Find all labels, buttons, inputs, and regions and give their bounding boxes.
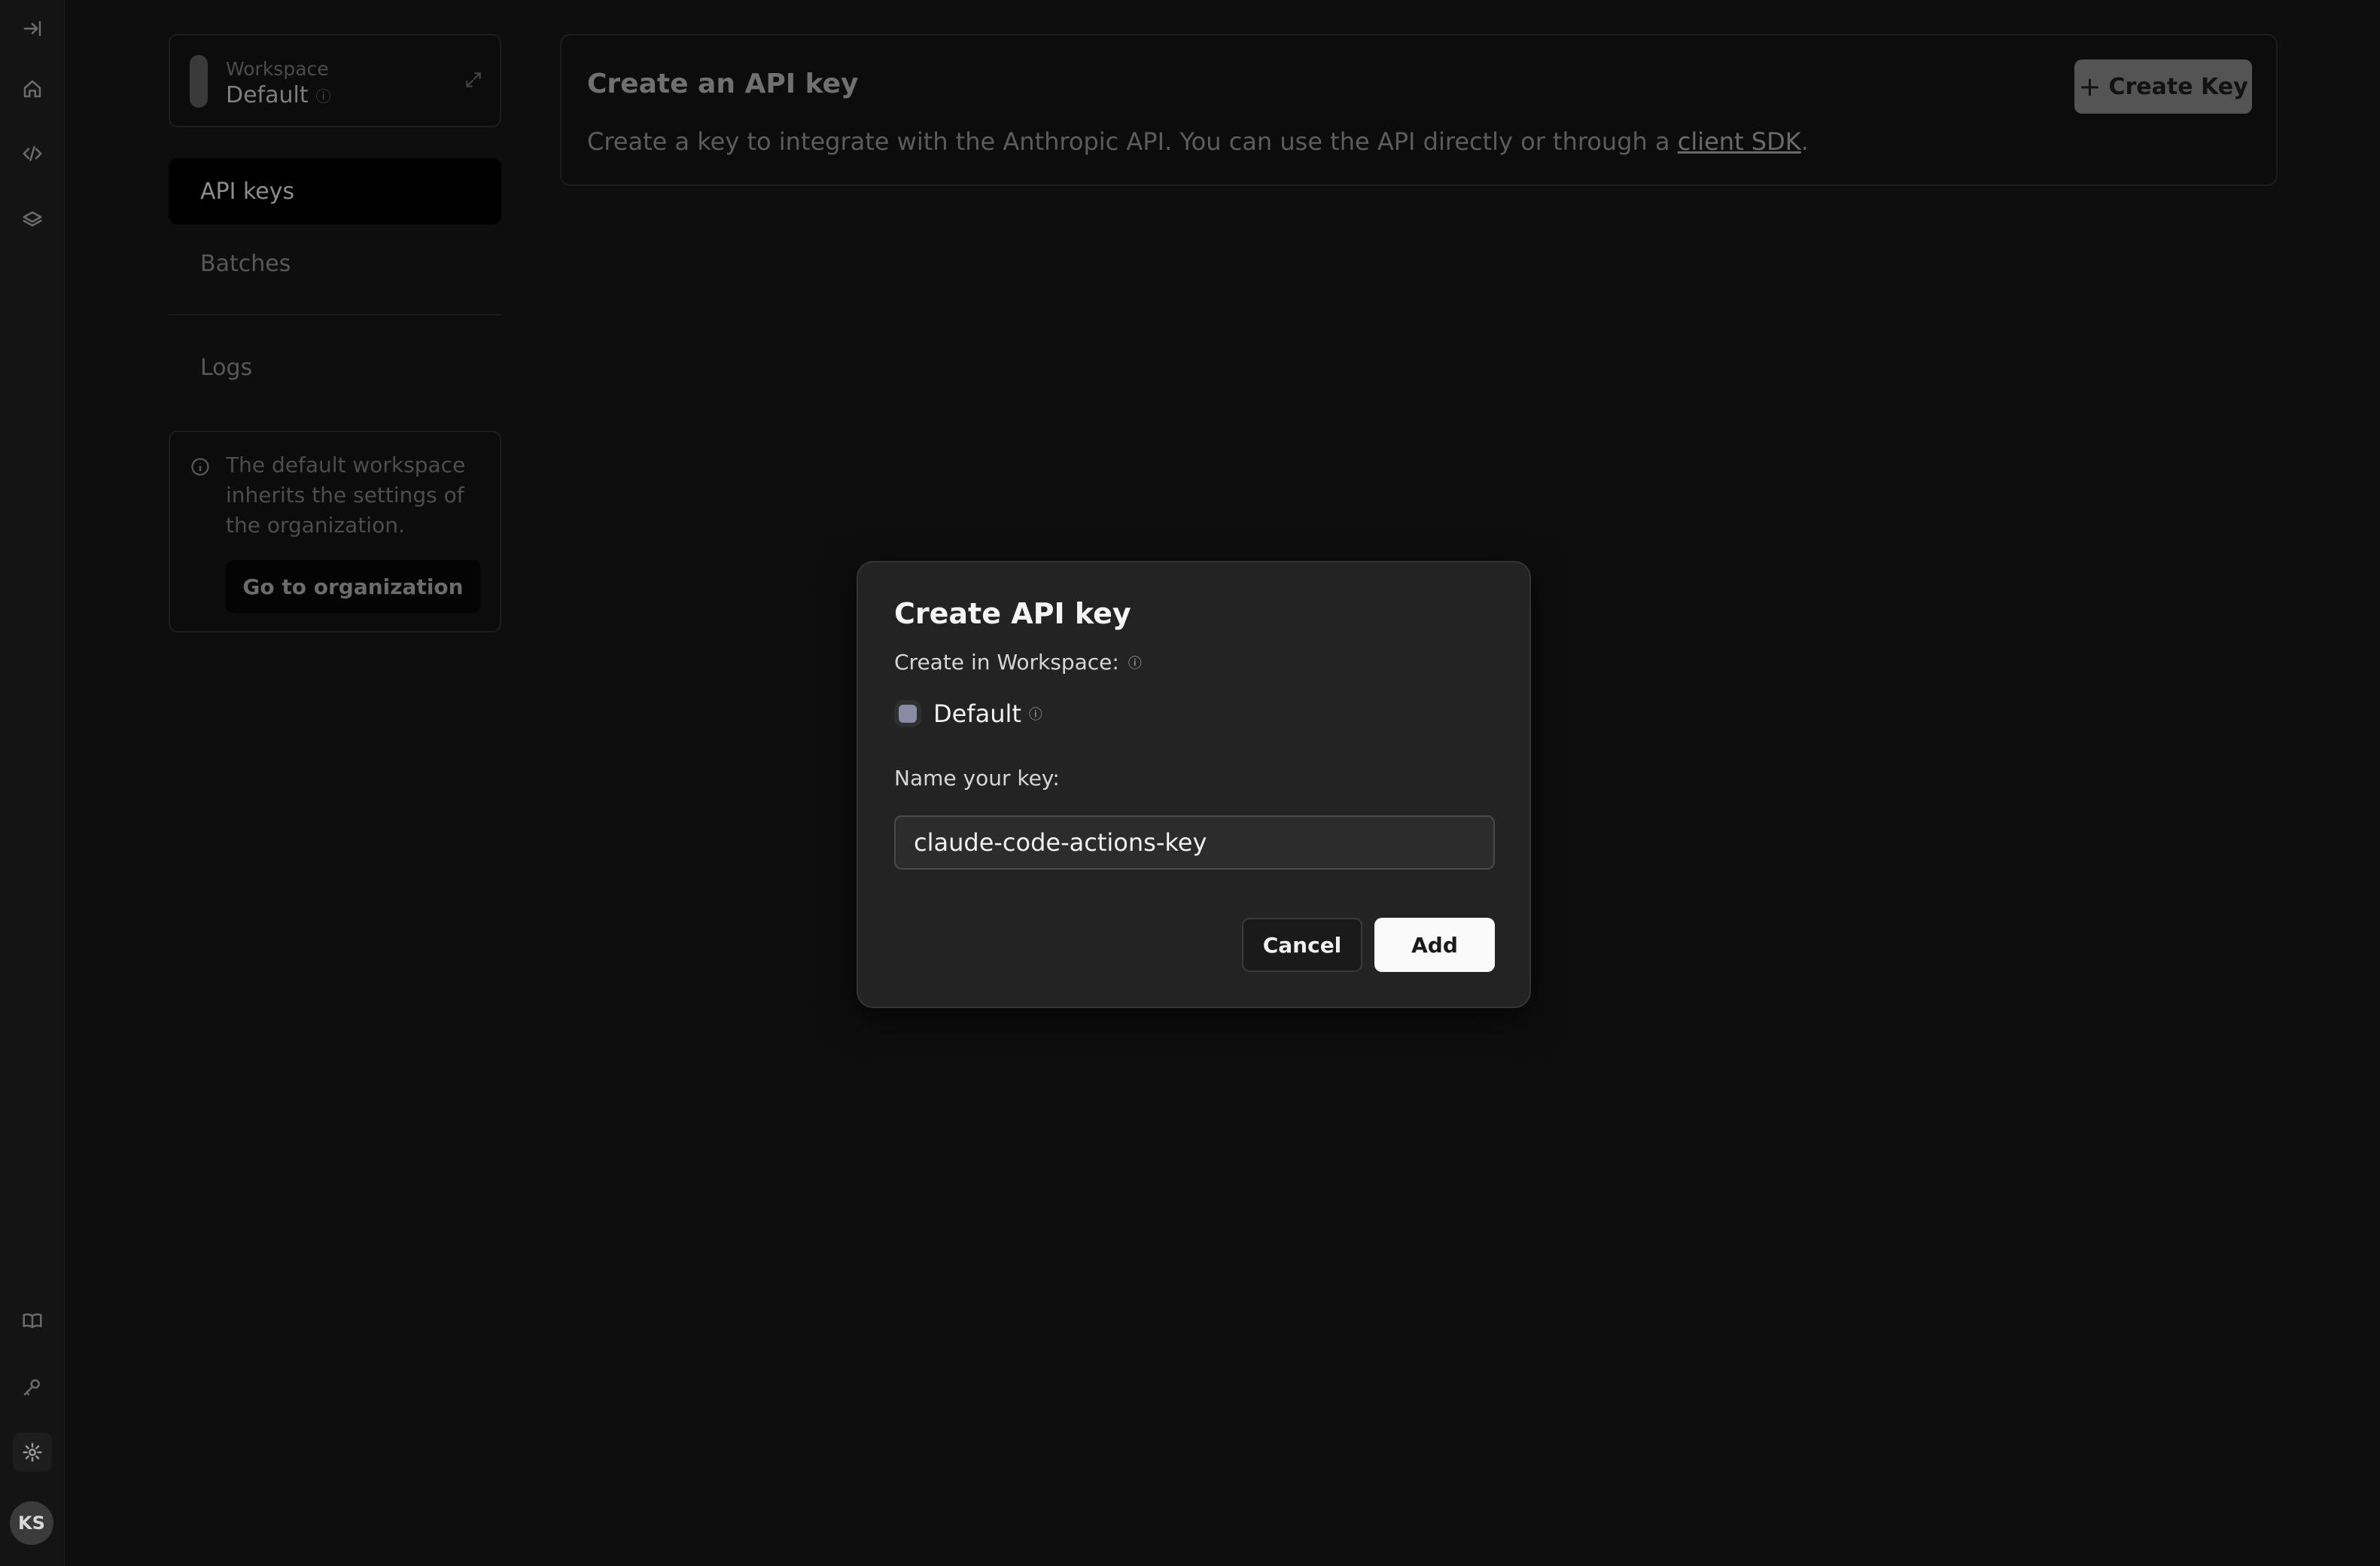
client-sdk-link[interactable]: client SDK bbox=[1678, 127, 1801, 156]
notice-text: The default workspace inherits the setti… bbox=[226, 452, 466, 538]
avatar[interactable]: KS bbox=[10, 1501, 53, 1545]
code-icon[interactable] bbox=[13, 134, 52, 173]
key-name-label: Name your key: bbox=[894, 766, 1060, 791]
sidebar-item-logs[interactable]: Logs bbox=[169, 334, 501, 401]
workspace-color-dot bbox=[899, 705, 917, 723]
workspace-selector[interactable]: Workspace Default ⓘ bbox=[169, 34, 501, 127]
key-icon[interactable] bbox=[13, 1367, 52, 1406]
default-workspace-notice: The default workspace inherits the setti… bbox=[169, 431, 501, 632]
create-key-button[interactable]: + Create Key bbox=[2074, 59, 2252, 114]
info-icon: ⓘ bbox=[315, 87, 331, 105]
workspace-name: Default ⓘ bbox=[226, 82, 331, 108]
workspace-name-text: Default bbox=[226, 82, 309, 108]
workspace-field-label: Create in Workspace: ⓘ bbox=[894, 650, 1142, 675]
workspace-field-label-text: Create in Workspace: bbox=[894, 650, 1119, 675]
sidebar-divider bbox=[169, 314, 501, 315]
info-icon: ⓘ bbox=[1028, 707, 1042, 723]
create-api-key-dialog: Create API key Create in Workspace: ⓘ De… bbox=[857, 561, 1531, 1008]
key-name-input[interactable] bbox=[894, 815, 1495, 870]
sidebar-item-api-keys[interactable]: API keys bbox=[169, 158, 501, 224]
sidebar-item-batches[interactable]: Batches bbox=[169, 230, 501, 297]
expand-icon[interactable] bbox=[464, 70, 483, 93]
info-circle-icon bbox=[190, 456, 211, 477]
layers-icon[interactable] bbox=[13, 200, 52, 239]
plus-icon: + bbox=[2078, 71, 2102, 102]
description-text: Create a key to integrate with the Anthr… bbox=[587, 127, 1678, 156]
workspace-option-label: Default bbox=[933, 699, 1021, 728]
book-icon[interactable] bbox=[13, 1301, 52, 1340]
icon-rail: KS bbox=[0, 0, 65, 1566]
page-title: Create an API key bbox=[587, 69, 859, 99]
create-key-label: Create Key bbox=[2108, 73, 2248, 100]
dialog-title: Create API key bbox=[894, 597, 1131, 630]
collapse-sidebar-icon[interactable] bbox=[13, 9, 52, 48]
page-description: Create a key to integrate with the Anthr… bbox=[587, 127, 1809, 156]
cancel-button[interactable]: Cancel bbox=[1242, 918, 1362, 972]
gear-icon[interactable] bbox=[13, 1433, 52, 1472]
workspace-swatch bbox=[190, 55, 208, 108]
workspace-label: Workspace bbox=[226, 58, 329, 80]
create-api-key-card: Create an API key Create a key to integr… bbox=[560, 34, 2278, 186]
go-to-organization-button[interactable]: Go to organization bbox=[226, 560, 480, 613]
workspace-option: Default ⓘ bbox=[899, 699, 1042, 728]
home-icon[interactable] bbox=[13, 69, 52, 108]
info-icon: ⓘ bbox=[1128, 655, 1142, 672]
description-suffix: . bbox=[1800, 127, 1809, 156]
add-button[interactable]: Add bbox=[1374, 918, 1495, 972]
